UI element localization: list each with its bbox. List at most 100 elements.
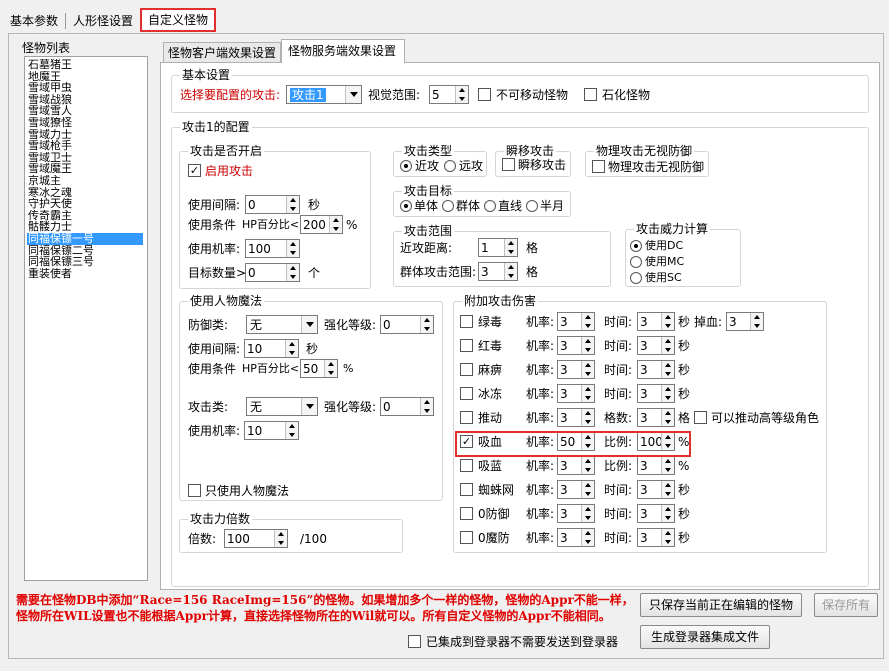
list-item[interactable]: 同福保镖三号	[27, 256, 143, 268]
save-all-button[interactable]: 保存所有	[814, 593, 878, 617]
power-mc-radio[interactable]	[630, 256, 642, 268]
list-item[interactable]: 雪域獠怪	[27, 117, 143, 129]
extra-row-checkbox[interactable]	[460, 531, 473, 544]
spinner-arrows-icon[interactable]	[581, 481, 594, 498]
spinner-arrows-icon[interactable]	[329, 216, 342, 233]
list-item[interactable]: 雪域魔王	[27, 163, 143, 175]
spinner-arrows-icon[interactable]	[661, 529, 674, 546]
extra-row-checkbox[interactable]	[460, 459, 473, 472]
extra-row-rate-spinner[interactable]: 3	[557, 360, 595, 379]
target-single-radio[interactable]	[400, 200, 412, 212]
attack-select[interactable]: 攻击1	[286, 85, 362, 104]
spinner-arrows-icon[interactable]	[581, 457, 594, 474]
spinner-arrows-icon[interactable]	[581, 529, 594, 546]
extra-row-rate-spinner[interactable]: 3	[557, 528, 595, 547]
extra-row-checkbox[interactable]	[460, 339, 473, 352]
near-range-spinner[interactable]: 1	[478, 238, 518, 257]
extra-row-second-spinner[interactable]: 3	[637, 312, 675, 331]
list-item[interactable]: 雪域枪手	[27, 140, 143, 152]
spinner-arrows-icon[interactable]	[661, 313, 674, 330]
extra-row-second-spinner[interactable]: 3	[637, 408, 675, 427]
list-item[interactable]: 同福保镖二号	[27, 245, 143, 257]
spinner-arrows-icon[interactable]	[286, 196, 299, 213]
list-item[interactable]: 守护天使	[27, 198, 143, 210]
list-item[interactable]: 雪域力士	[27, 129, 143, 141]
extra-row-second-spinner[interactable]: 3	[637, 456, 675, 475]
list-item[interactable]: 雪域战狼	[27, 94, 143, 106]
spinner-arrows-icon[interactable]	[581, 385, 594, 402]
spinner-arrows-icon[interactable]	[581, 313, 594, 330]
magic-condition-spinner[interactable]: 50	[300, 359, 338, 378]
tab-custom-monster[interactable]: 自定义怪物	[140, 8, 217, 32]
list-item[interactable]: 寒冰之魂	[27, 187, 143, 199]
target-line-radio[interactable]	[484, 200, 496, 212]
spinner-arrows-icon[interactable]	[420, 398, 433, 415]
extra-row-second-spinner[interactable]: 3	[637, 528, 675, 547]
spinner-arrows-icon[interactable]	[661, 385, 674, 402]
spinner-arrows-icon[interactable]	[661, 337, 674, 354]
defense-level-spinner[interactable]: 0	[380, 315, 434, 334]
extra-row-checkbox[interactable]	[460, 411, 473, 424]
spinner-arrows-icon[interactable]	[285, 422, 298, 439]
spinner-arrows-icon[interactable]	[504, 263, 517, 280]
extra-row-rate-spinner[interactable]: 3	[557, 312, 595, 331]
extra-row-checkbox[interactable]	[460, 363, 473, 376]
attack-type-select[interactable]: 无	[246, 397, 318, 416]
spinner-arrows-icon[interactable]	[661, 361, 674, 378]
extra-row-rate-spinner[interactable]: 3	[557, 336, 595, 355]
extra-row-bleed-spinner[interactable]: 3	[726, 312, 764, 331]
extra-row-rate-spinner[interactable]: 3	[557, 456, 595, 475]
teleport-checkbox[interactable]	[502, 158, 515, 171]
chevron-down-icon[interactable]	[345, 86, 361, 103]
extra-row-second-spinner[interactable]: 3	[637, 384, 675, 403]
defense-type-select[interactable]: 无	[246, 315, 318, 334]
extra-row-checkbox[interactable]	[460, 315, 473, 328]
extra-row-second-spinner[interactable]: 3	[637, 504, 675, 523]
interval-spinner[interactable]: 0	[245, 195, 300, 214]
power-sc-radio[interactable]	[630, 272, 642, 284]
spinner-arrows-icon[interactable]	[661, 481, 674, 498]
only-magic-checkbox[interactable]	[188, 484, 201, 497]
spinner-arrows-icon[interactable]	[286, 240, 299, 257]
list-item[interactable]: 传奇霸主	[27, 210, 143, 222]
spinner-arrows-icon[interactable]	[324, 360, 337, 377]
target-halfmoon-radio[interactable]	[526, 200, 538, 212]
extra-row-second-spinner[interactable]: 3	[637, 360, 675, 379]
spinner-arrows-icon[interactable]	[455, 86, 468, 103]
extra-row-second-spinner[interactable]: 3	[637, 336, 675, 355]
group-range-spinner[interactable]: 3	[478, 262, 518, 281]
list-item[interactable]: 骷髅力士	[27, 221, 143, 233]
extra-row-rate-spinner[interactable]: 3	[557, 408, 595, 427]
melee-radio[interactable]	[400, 160, 412, 172]
integrated-checkbox[interactable]	[408, 635, 421, 648]
spinner-arrows-icon[interactable]	[581, 409, 594, 426]
spinner-arrows-icon[interactable]	[661, 409, 674, 426]
target-group-radio[interactable]	[442, 200, 454, 212]
chevron-down-icon[interactable]	[301, 316, 317, 333]
spinner-arrows-icon[interactable]	[274, 530, 287, 547]
generate-button[interactable]: 生成登录器集成文件	[640, 625, 770, 649]
extra-row-rate-spinner[interactable]: 3	[557, 504, 595, 523]
petrify-checkbox[interactable]	[584, 88, 597, 101]
list-item[interactable]: 地魔王	[27, 71, 143, 83]
chevron-down-icon[interactable]	[301, 398, 317, 415]
list-item[interactable]: 雪域雪人	[27, 105, 143, 117]
extra-row-second-spinner[interactable]: 3	[637, 480, 675, 499]
spinner-arrows-icon[interactable]	[581, 337, 594, 354]
spinner-arrows-icon[interactable]	[286, 264, 299, 281]
power-dc-radio[interactable]	[630, 240, 642, 252]
target-count-spinner[interactable]: 0	[245, 263, 300, 282]
extra-row-checkbox[interactable]	[460, 507, 473, 520]
magic-rate-spinner[interactable]: 10	[244, 421, 299, 440]
monster-list[interactable]: 石墓猪王 地魔王 雪域甲虫 雪域战狼 雪域雪人 雪域獠怪 雪域力士 雪域枪手 雪域卫士 雪域魔王京…	[24, 56, 148, 581]
spinner-arrows-icon[interactable]	[285, 340, 298, 357]
sub-tab-server[interactable]: 怪物服务端效果设置	[281, 39, 405, 63]
vision-range-spinner[interactable]: 5	[429, 85, 469, 104]
push-high-level-checkbox[interactable]	[694, 411, 707, 424]
enable-attack-checkbox[interactable]: ✓	[188, 164, 201, 177]
save-current-button[interactable]: 只保存当前正在编辑的怪物	[640, 593, 802, 617]
spinner-arrows-icon[interactable]	[750, 313, 763, 330]
list-item[interactable]: 石墓猪王	[27, 59, 143, 71]
multiplier-spinner[interactable]: 100	[224, 529, 288, 548]
list-item[interactable]: 重装使者	[27, 268, 143, 280]
